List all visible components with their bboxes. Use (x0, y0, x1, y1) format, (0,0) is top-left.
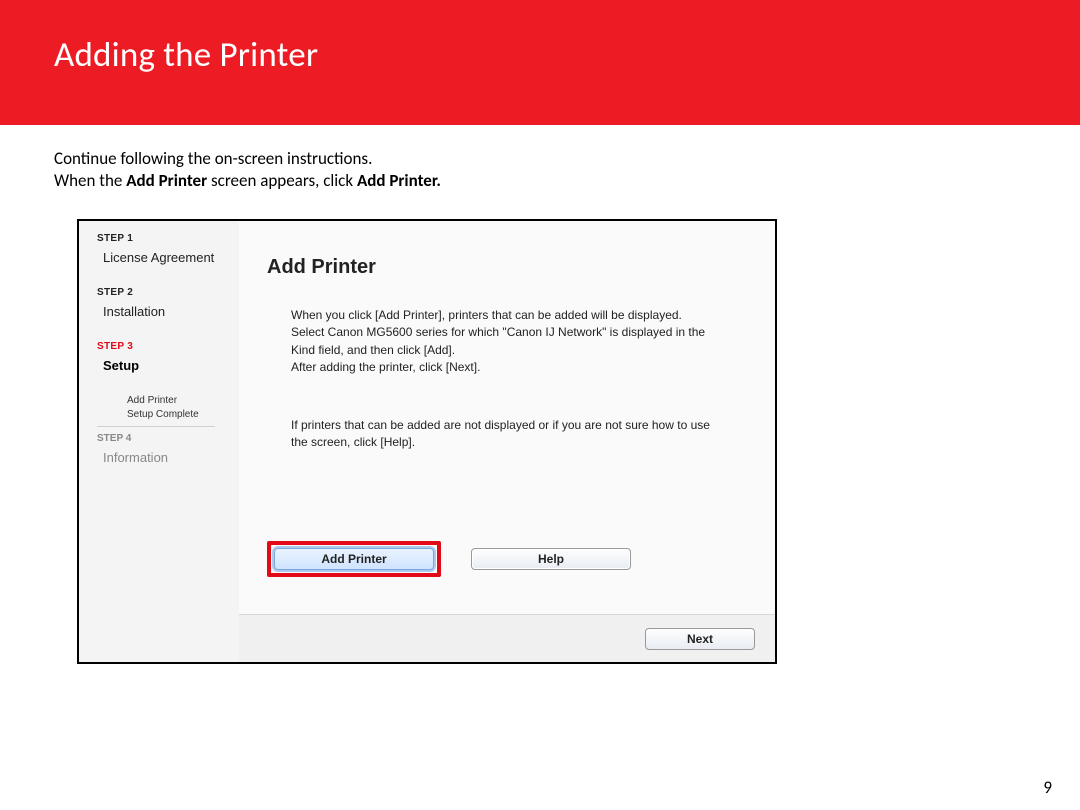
next-button[interactable]: Next (645, 628, 755, 650)
step3-substeps: Add Printer Setup Complete (127, 395, 239, 420)
wizard-main-panel: Add Printer When you click [Add Printer]… (239, 221, 775, 662)
instruction-line1: Continue following the on-screen instruc… (54, 148, 372, 169)
page-title: Adding the Printer (0, 0, 1080, 76)
instruction-bold-1: Add Printer (126, 170, 207, 191)
step1-sub: License Agreement (103, 250, 239, 265)
add-printer-highlight: Add Printer (267, 541, 441, 577)
step3-label: STEP 3 (97, 341, 239, 352)
wizard-footer: Next (239, 614, 775, 662)
panel-title: Add Printer (267, 256, 747, 279)
add-printer-button[interactable]: Add Printer (274, 548, 434, 570)
step4-sub: Information (103, 450, 239, 465)
panel-button-row: Add Printer Help (267, 541, 631, 577)
wizard-sidebar: STEP 1 License Agreement STEP 2 Installa… (79, 221, 239, 662)
step3-sub: Setup (103, 358, 239, 373)
step4-label: STEP 4 (97, 433, 239, 444)
panel-paragraph-1: When you click [Add Printer], printers t… (291, 307, 711, 377)
sidebar-divider (97, 426, 215, 427)
instruction-line2-pre: When the (54, 170, 126, 191)
page-number: 9 (1043, 777, 1052, 798)
step2-sub: Installation (103, 304, 239, 319)
instruction-text: Continue following the on-screen instruc… (54, 148, 441, 192)
step1-label: STEP 1 (97, 233, 239, 244)
help-button[interactable]: Help (471, 548, 631, 570)
substep-setup-complete: Setup Complete (127, 409, 239, 420)
panel-paragraph-2: If printers that can be added are not di… (291, 417, 711, 452)
instruction-line2-mid: screen appears, click (207, 170, 357, 191)
installer-screenshot: STEP 1 License Agreement STEP 2 Installa… (77, 219, 777, 664)
instruction-bold-2: Add Printer. (357, 170, 441, 191)
header-banner: Adding the Printer (0, 0, 1080, 125)
step2-label: STEP 2 (97, 287, 239, 298)
substep-add-printer: Add Printer (127, 395, 239, 406)
